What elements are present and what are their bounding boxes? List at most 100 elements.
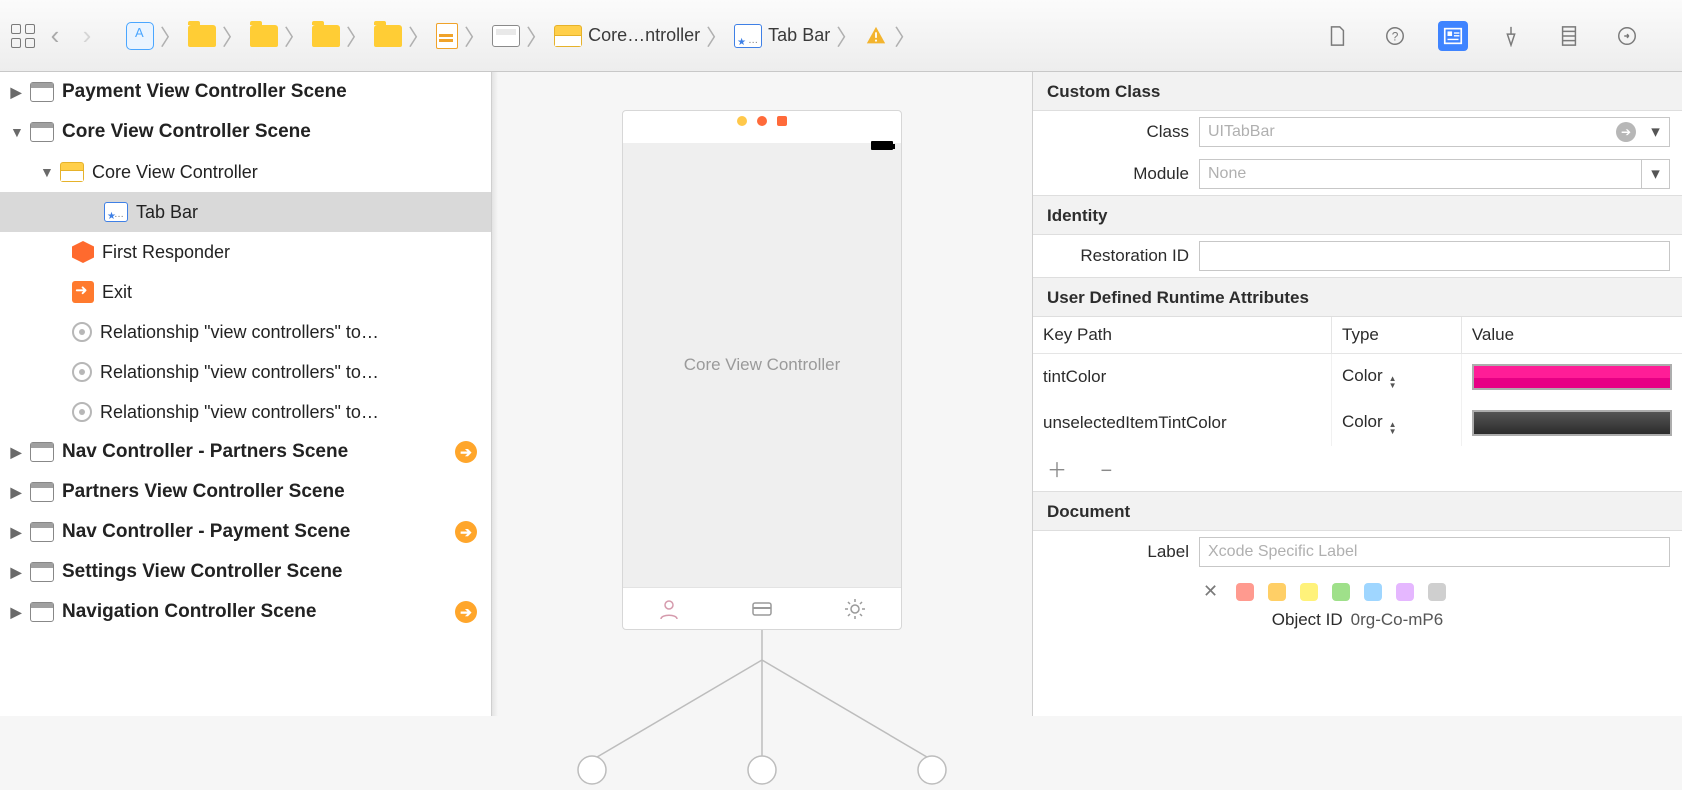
size-inspector-tab[interactable] [1554,21,1584,51]
file-inspector-tab[interactable] [1322,21,1352,51]
color-option[interactable] [1268,583,1286,601]
scene-row[interactable]: Nav Controller - Payment Scene ➔ [0,512,491,552]
disclosure-triangle-icon[interactable] [10,524,22,541]
table-row[interactable]: unselectedItemTintColor Color▲▼ [1033,400,1682,446]
exit-row[interactable]: Exit [0,272,491,312]
preview-tabbar[interactable] [623,587,901,629]
disclosure-triangle-icon[interactable] [10,564,22,581]
cell-keypath[interactable]: tintColor [1033,354,1332,401]
class-dropdown[interactable]: ▾ [1642,117,1670,147]
disclosure-triangle-icon[interactable] [10,84,22,101]
color-option[interactable] [1332,583,1350,601]
scene-row[interactable]: Core View Controller Scene [0,112,491,152]
connections-inspector-tab[interactable] [1612,21,1642,51]
folder-icon[interactable] [374,25,402,47]
cell-type[interactable]: Color▲▼ [1332,400,1462,446]
disclosure-triangle-icon[interactable] [10,444,22,461]
folder-icon[interactable] [250,25,278,47]
module-input[interactable]: None [1199,159,1642,189]
segue-icon [72,322,92,342]
goto-class-icon[interactable]: ➔ [1616,122,1636,142]
help-inspector-tab[interactable]: ? [1380,21,1410,51]
relationship-row[interactable]: Relationship "view controllers" to… [0,352,491,392]
relationship-row[interactable]: Relationship "view controllers" to… [0,312,491,352]
clear-color-icon[interactable]: ✕ [1203,581,1218,602]
cell-value[interactable] [1461,354,1682,401]
color-swatch[interactable] [1472,410,1672,436]
color-option[interactable] [1236,583,1254,601]
scene-row[interactable]: Navigation Controller Scene ➔ [0,592,491,632]
module-label: Module [1033,164,1199,184]
color-swatch[interactable] [1472,364,1672,390]
warning-icon[interactable] [864,25,888,47]
storyboard-doc-icon[interactable] [436,23,458,49]
scene-label: Nav Controller - Partners Scene [62,441,348,463]
storyboard-canvas[interactable]: Core View Controller [492,72,1032,716]
color-option[interactable] [1300,583,1318,601]
scene-row[interactable]: Settings View Controller Scene [0,552,491,592]
tabbar-row[interactable]: Tab Bar [0,192,491,232]
restoration-input[interactable] [1199,241,1670,271]
col-type[interactable]: Type [1332,317,1462,354]
first-responder-row[interactable]: First Responder [0,232,491,272]
scene-label: Core View Controller Scene [62,121,311,143]
table-row[interactable]: tintColor Color▲▼ [1033,354,1682,401]
folder-icon[interactable] [312,25,340,47]
stepper-icon[interactable]: ▲▼ [1389,375,1397,389]
entry-point-badge-icon: ➔ [455,521,477,543]
storyboard-file-icon[interactable] [492,25,520,47]
scene-icon [30,122,54,142]
back-button[interactable]: ‹ [42,23,68,49]
breadcrumb-scene[interactable]: Core…ntroller [588,25,700,46]
project-icon[interactable] [126,22,154,50]
svg-text:?: ? [1392,29,1399,43]
runtime-attributes-table[interactable]: Key Path Type Value tintColor Color▲▼ un… [1033,317,1682,446]
doc-label-input[interactable]: Xcode Specific Label [1199,537,1670,567]
viewcontroller-row[interactable]: Core View Controller [0,152,491,192]
cell-keypath[interactable]: unselectedItemTintColor [1033,400,1332,446]
card-icon [750,597,774,621]
object-id-value: 0rg-Co-mP6 [1351,610,1444,630]
add-remove-attribute[interactable]: ＋ − [1033,446,1682,491]
responder-dot-icon [757,116,767,126]
folder-icon[interactable] [188,25,216,47]
cell-value[interactable] [1461,400,1682,446]
stepper-icon[interactable]: ▲▼ [1389,421,1397,435]
divider-shadow [492,72,498,716]
disclosure-triangle-icon[interactable] [10,484,22,501]
scene-preview[interactable]: Core View Controller [622,110,902,630]
related-items-icon[interactable] [10,23,36,49]
class-input[interactable]: UITabBar [1199,117,1646,147]
color-option[interactable] [1396,583,1414,601]
col-keypath[interactable]: Key Path [1033,317,1332,354]
label-color-chooser[interactable]: ✕ [1033,573,1682,606]
scene-row[interactable]: Payment View Controller Scene [0,72,491,112]
entry-point-badge-icon: ➔ [455,601,477,623]
document-outline: Payment View Controller Scene Core View … [0,72,492,716]
object-id-row: Object ID 0rg-Co-mP6 [1033,606,1682,630]
color-option[interactable] [1364,583,1382,601]
scene-label: Payment View Controller Scene [62,81,347,103]
scene-row[interactable]: Nav Controller - Partners Scene ➔ [0,432,491,472]
cell-type[interactable]: Color▲▼ [1332,354,1462,401]
col-value[interactable]: Value [1461,317,1682,354]
scene-object-bar[interactable] [623,111,901,131]
scene-label: Settings View Controller Scene [62,561,343,583]
chevron-right-icon: 〉 [836,20,858,52]
breadcrumb-selected[interactable]: Tab Bar [768,25,830,46]
disclosure-triangle-icon[interactable] [10,124,22,140]
tabcontroller-icon[interactable] [554,25,582,47]
module-dropdown[interactable]: ▾ [1642,159,1670,189]
identity-inspector-tab[interactable] [1438,21,1468,51]
disclosure-triangle-icon[interactable] [10,604,22,621]
relationship-row[interactable]: Relationship "view controllers" to… [0,392,491,432]
color-option[interactable] [1428,583,1446,601]
attributes-inspector-tab[interactable] [1496,21,1526,51]
tabbar-element-icon[interactable] [734,24,762,48]
disclosure-triangle-icon[interactable] [40,164,52,180]
class-row: Class UITabBar ➔ ▾ [1033,111,1682,153]
scene-row[interactable]: Partners View Controller Scene [0,472,491,512]
doc-label-row: Label Xcode Specific Label [1033,531,1682,573]
gear-icon [843,597,867,621]
chevron-right-icon: 〉 [222,20,244,52]
